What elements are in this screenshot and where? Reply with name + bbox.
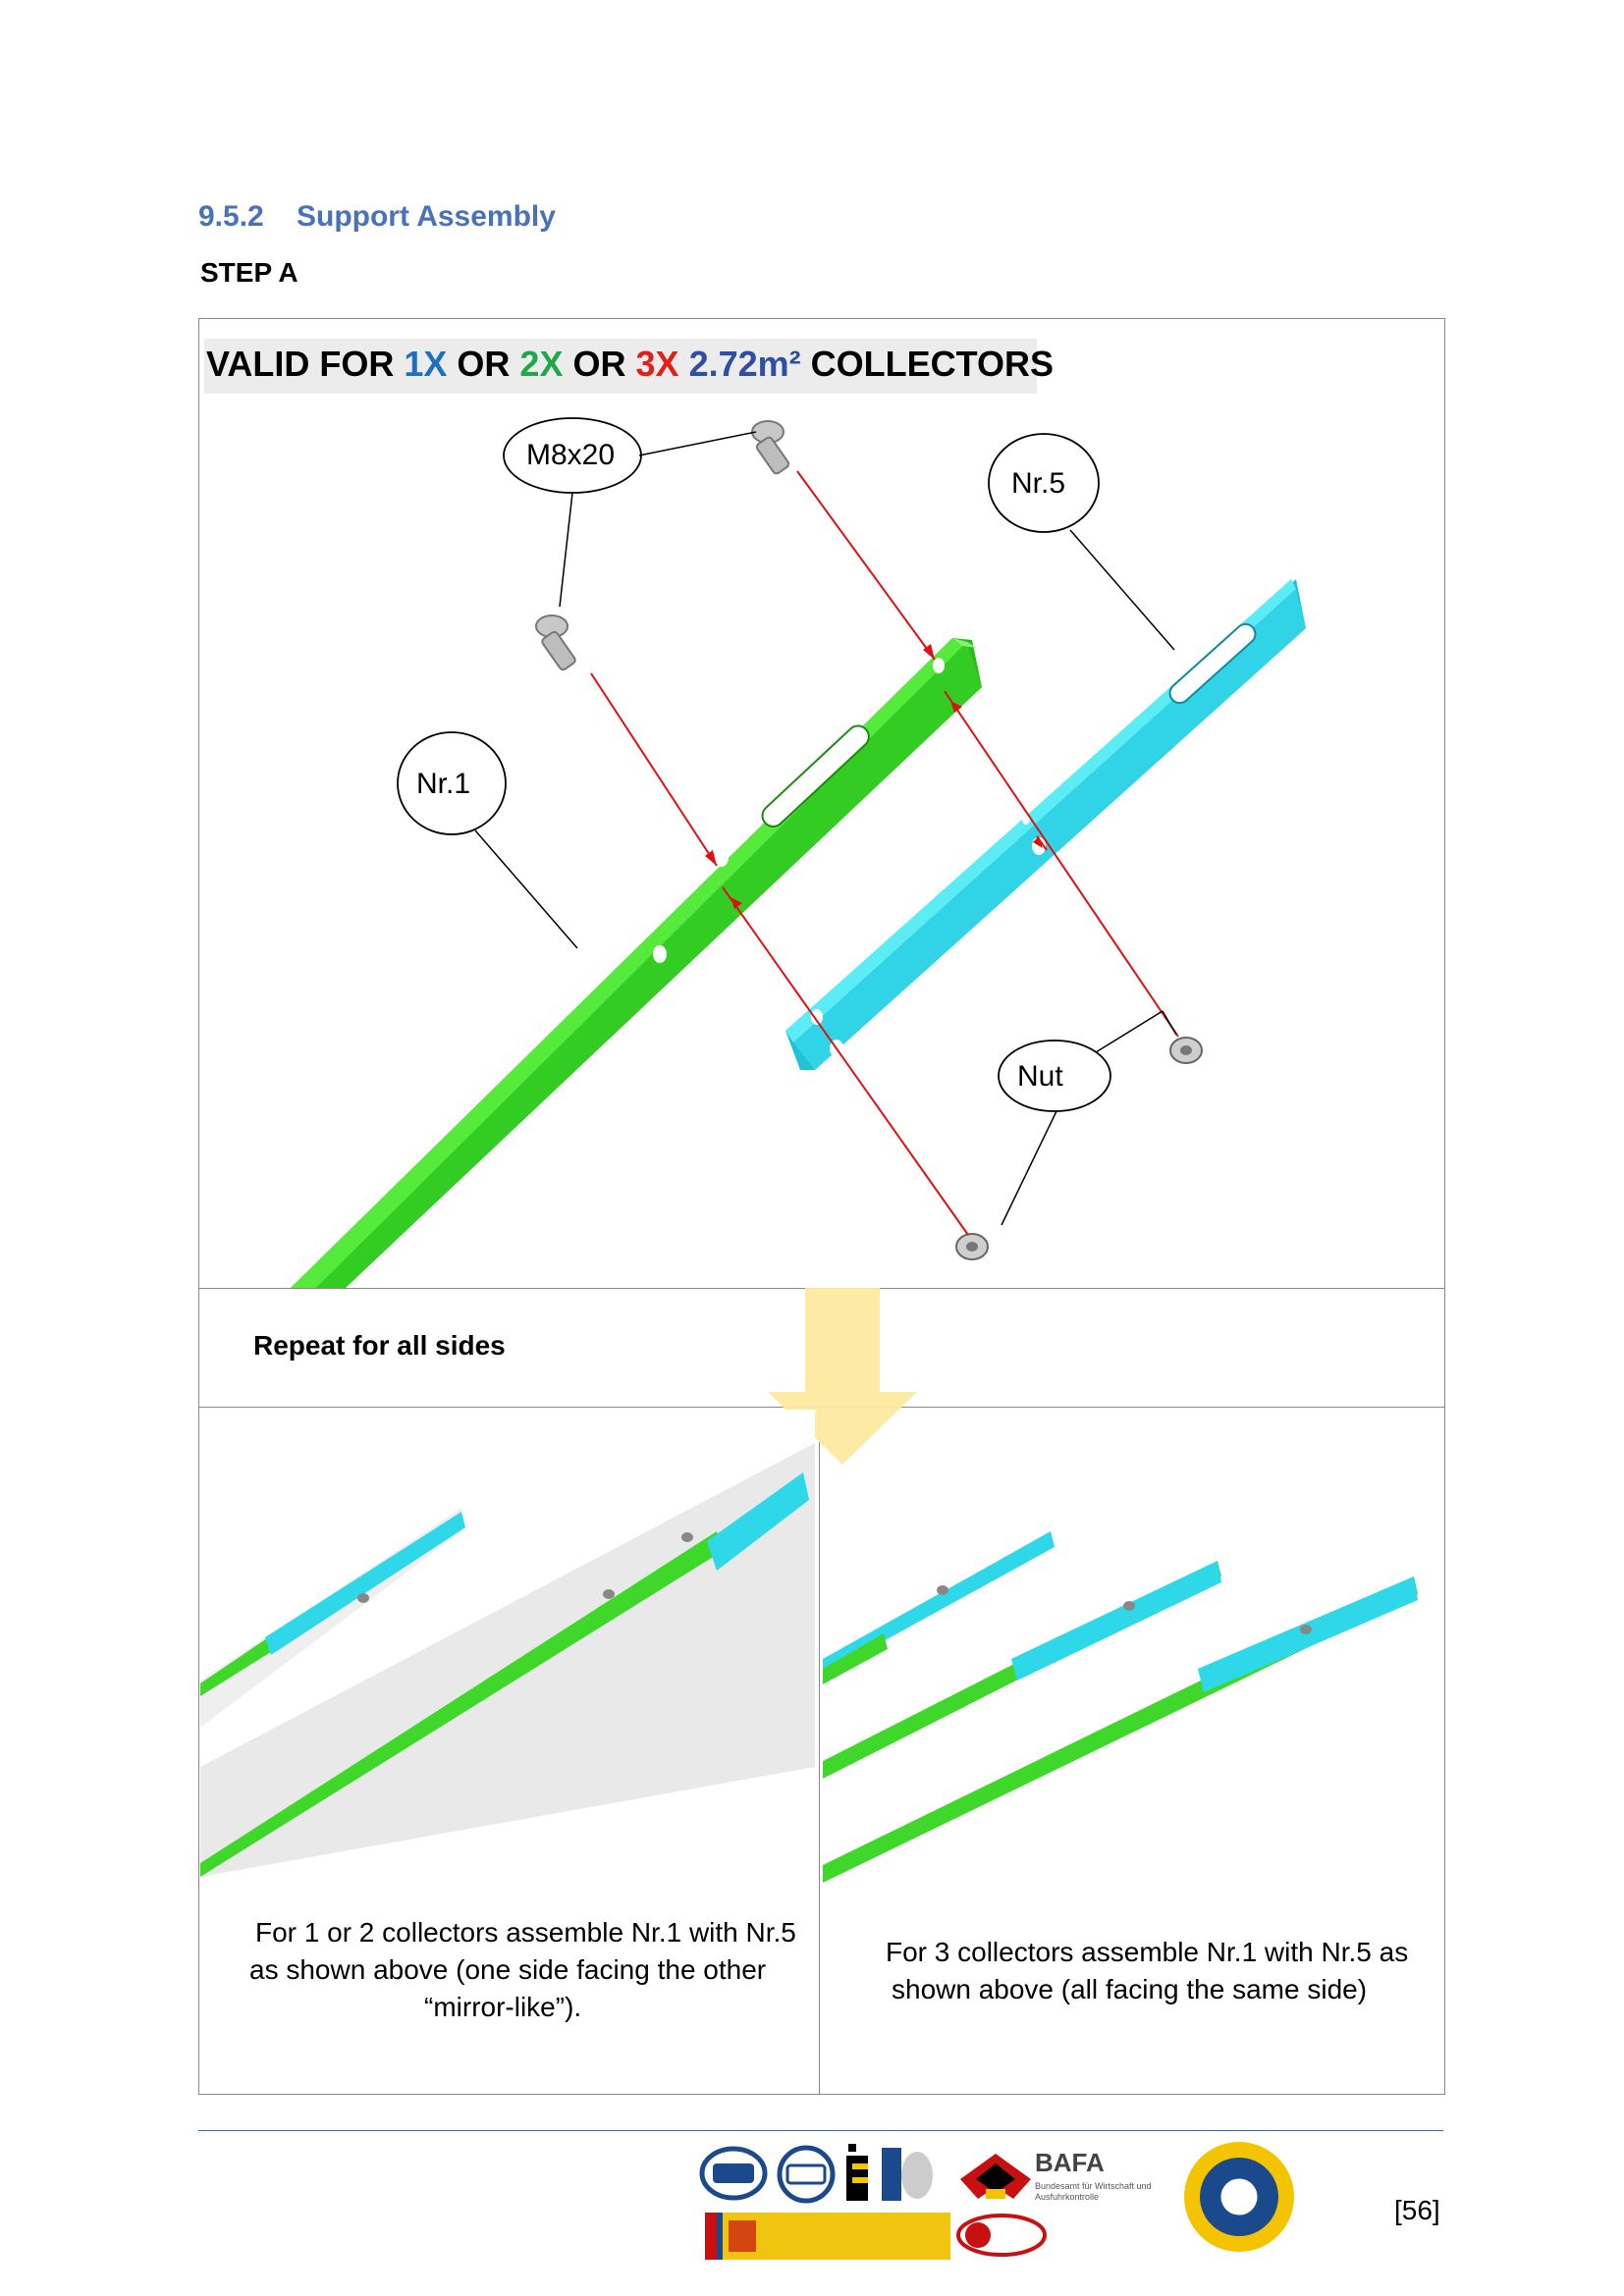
nut-icon (1169, 1037, 1203, 1064)
caption-right-line1: For 3 collectors assemble Nr.1 with Nr.5… (886, 1937, 1409, 1967)
caption-left-line2: as shown above (one side facing the othe… (249, 1954, 767, 1985)
footer-rule (198, 2130, 1443, 2131)
page-number: [56] (1394, 2195, 1440, 2225)
bolt-icon (751, 420, 790, 475)
repeat-note: Repeat for all sides (253, 1330, 506, 1361)
assembly-render-triple (823, 1531, 1418, 1883)
energy-label-icon (846, 2144, 868, 2201)
callout-part-1 (397, 731, 578, 949)
callout-bolt-label: M8x20 (526, 439, 616, 471)
callout-part-5-label: Nr.5 (1011, 467, 1066, 500)
nut-icon (955, 1233, 989, 1260)
assembly-lines (590, 470, 1179, 1236)
bafa-logo-subtitle: Bundesamt für Wirtschaft und Ausfuhrkont… (1035, 2181, 1152, 2202)
seal-logo-icon (882, 2148, 933, 2201)
callout-nut (998, 1010, 1177, 1226)
certification-logo-icon (777, 2145, 836, 2204)
rail-part-5 (785, 579, 1306, 1070)
certification-logo-icon (699, 2146, 768, 2201)
quality-mark-icon (956, 2214, 1047, 2257)
caption-right-line2: shown above (all facing the same side) (892, 1974, 1368, 2004)
caption-left-line1: For 1 or 2 collectors assemble Nr.1 with… (255, 1917, 796, 1948)
caption-left-line3: “mirror-like”). (424, 1992, 582, 2022)
government-logo-icon (705, 2213, 950, 2260)
callout-part-1-label: Nr.1 (416, 768, 471, 800)
assembly-render-mirror (200, 1410, 815, 1877)
gscn-seal-icon (1184, 2142, 1294, 2252)
eagle-logo-icon (960, 2154, 1031, 2199)
bafa-logo-text: BAFA (1035, 2148, 1105, 2177)
bolt-icon (535, 614, 576, 671)
callout-nut-label: Nut (1017, 1060, 1063, 1093)
callout-part-5 (988, 433, 1175, 651)
